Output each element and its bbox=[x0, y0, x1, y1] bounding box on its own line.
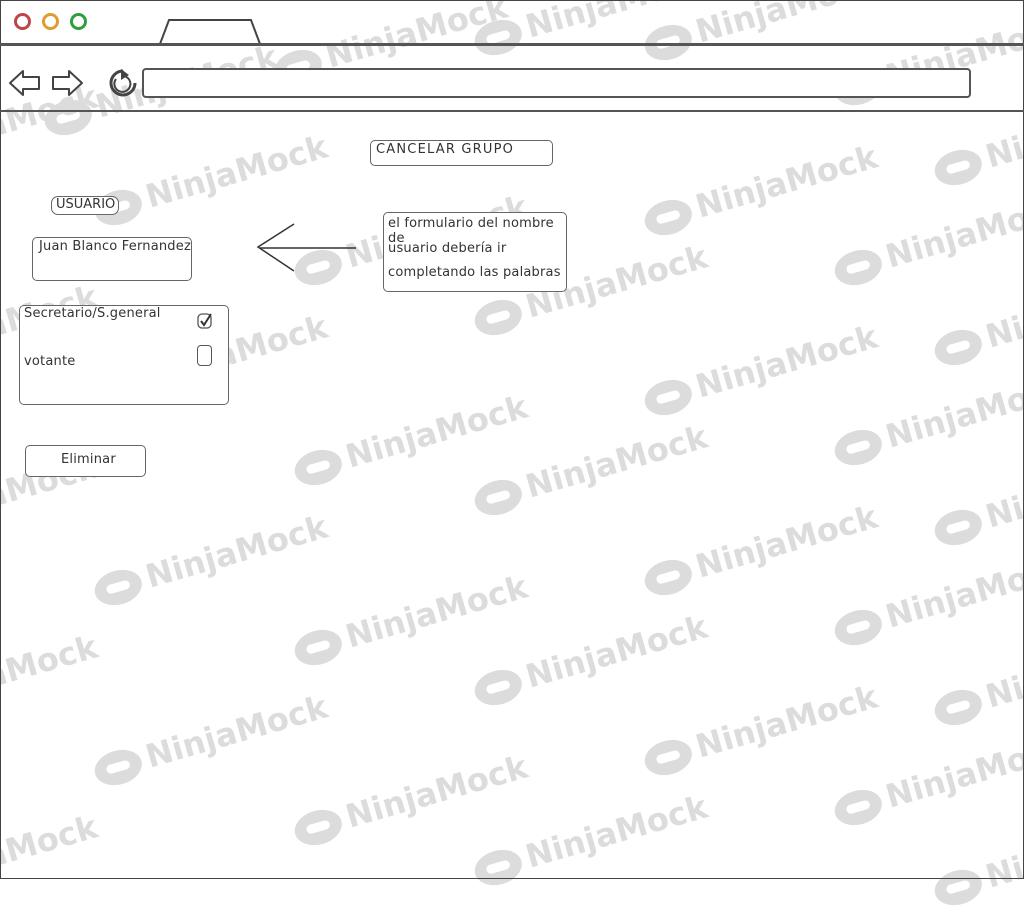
minimize-window-button[interactable] bbox=[42, 13, 59, 30]
tab-bar-divider bbox=[0, 43, 1024, 46]
role-checkbox-votante[interactable] bbox=[197, 345, 212, 366]
address-bar[interactable] bbox=[142, 68, 971, 98]
page-title-box: CANCELAR GRUPO bbox=[370, 140, 553, 166]
browser-window bbox=[0, 0, 1024, 879]
user-name-input[interactable]: Juan Blanco Fernandez bbox=[32, 237, 192, 281]
page-title: CANCELAR GRUPO bbox=[376, 142, 515, 157]
role-checkbox-secretario[interactable] bbox=[197, 312, 212, 330]
maximize-window-button[interactable] bbox=[70, 13, 87, 30]
reload-icon[interactable] bbox=[107, 67, 139, 99]
title-bar bbox=[0, 0, 1024, 44]
user-label-box: USUARIO bbox=[51, 196, 119, 215]
user-label: USUARIO bbox=[56, 197, 116, 212]
back-arrow-icon[interactable] bbox=[8, 67, 42, 99]
role-label-secretario: Secretario/S.general bbox=[24, 306, 161, 321]
annotation-note: el formulario del nombre de usuario debe… bbox=[383, 212, 567, 292]
annotation-line-3: completando las palabras bbox=[388, 265, 561, 280]
delete-button[interactable]: Eliminar bbox=[25, 445, 146, 477]
close-window-button[interactable] bbox=[14, 13, 31, 30]
roles-panel: Secretario/S.general votante bbox=[19, 305, 229, 405]
role-label-votante: votante bbox=[24, 354, 76, 369]
browser-tab[interactable] bbox=[159, 19, 261, 44]
forward-arrow-icon[interactable] bbox=[50, 67, 84, 99]
user-name-value: Juan Blanco Fernandez bbox=[39, 239, 191, 254]
annotation-arrow bbox=[256, 223, 356, 272]
annotation-line-2: usuario debería ir bbox=[388, 241, 507, 256]
toolbar-divider bbox=[0, 110, 1024, 112]
delete-button-label: Eliminar bbox=[61, 452, 116, 467]
